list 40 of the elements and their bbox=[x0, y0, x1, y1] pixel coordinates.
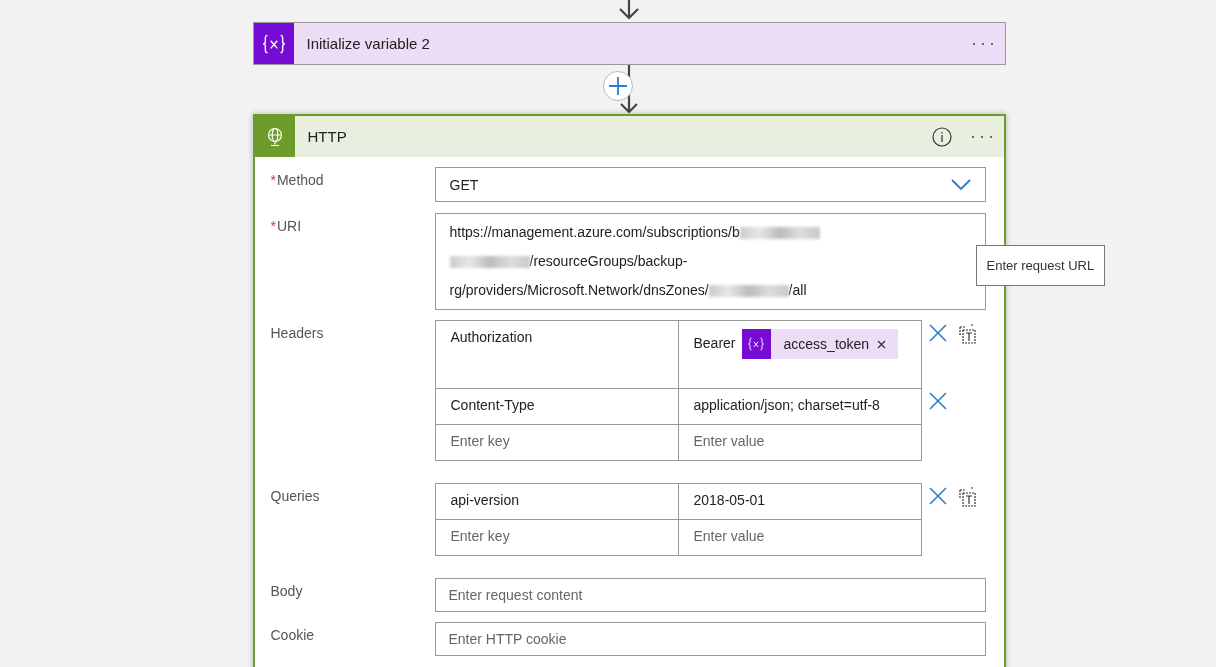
key-cell[interactable]: api-version bbox=[434, 483, 679, 520]
step-title: Initialize variable 2 bbox=[306, 35, 431, 52]
close-icon[interactable] bbox=[928, 324, 947, 342]
value-cell[interactable]: 2018-05-01 bbox=[677, 483, 922, 520]
variable-token[interactable]: access_token bbox=[741, 329, 899, 359]
remove-icon[interactable] bbox=[877, 339, 887, 349]
value-cell[interactable]: Bearer access_token bbox=[677, 320, 922, 389]
step-title: HTTP bbox=[307, 128, 348, 145]
chevron-down-icon bbox=[950, 179, 971, 190]
variable-icon bbox=[747, 335, 766, 353]
field-label: Queries bbox=[270, 488, 320, 504]
add-step-button[interactable] bbox=[603, 71, 633, 101]
tooltip: Enter request URL bbox=[975, 245, 1106, 286]
field-label: Cookie bbox=[270, 627, 315, 643]
field-label: Headers bbox=[270, 325, 324, 341]
key-field[interactable]: Enter key bbox=[434, 519, 679, 556]
field-label: Method bbox=[276, 172, 324, 188]
value-field[interactable]: Enter value bbox=[677, 519, 922, 556]
required-mark: * bbox=[270, 172, 276, 188]
text-field[interactable]: Enter HTTP cookie bbox=[434, 622, 986, 656]
required-mark: * bbox=[270, 218, 276, 234]
close-icon[interactable] bbox=[928, 392, 947, 410]
globe-icon bbox=[265, 126, 284, 147]
text-mode-icon[interactable] bbox=[958, 324, 977, 344]
field-label: URI bbox=[276, 218, 302, 234]
method-dropdown[interactable]: GET bbox=[434, 167, 986, 202]
key-cell[interactable]: Authorization bbox=[434, 320, 679, 389]
info-icon[interactable] bbox=[931, 126, 952, 147]
key-field[interactable]: Enter key bbox=[434, 424, 679, 461]
text-field[interactable]: Enter request content bbox=[434, 578, 986, 612]
arrow-down-icon bbox=[618, 0, 640, 20]
text-mode-icon[interactable] bbox=[958, 487, 977, 507]
close-icon[interactable] bbox=[928, 487, 947, 505]
value-field[interactable]: Enter value bbox=[677, 424, 922, 461]
header-value: 2018-05-01 bbox=[693, 492, 766, 508]
header-value: application/json; charset=utf-8 bbox=[693, 397, 880, 413]
plus-icon bbox=[609, 77, 627, 95]
field-label: Body bbox=[270, 583, 303, 599]
variable-step-card[interactable]: Initialize variable 2 bbox=[252, 22, 1006, 65]
header-value: Bearer bbox=[693, 335, 736, 351]
